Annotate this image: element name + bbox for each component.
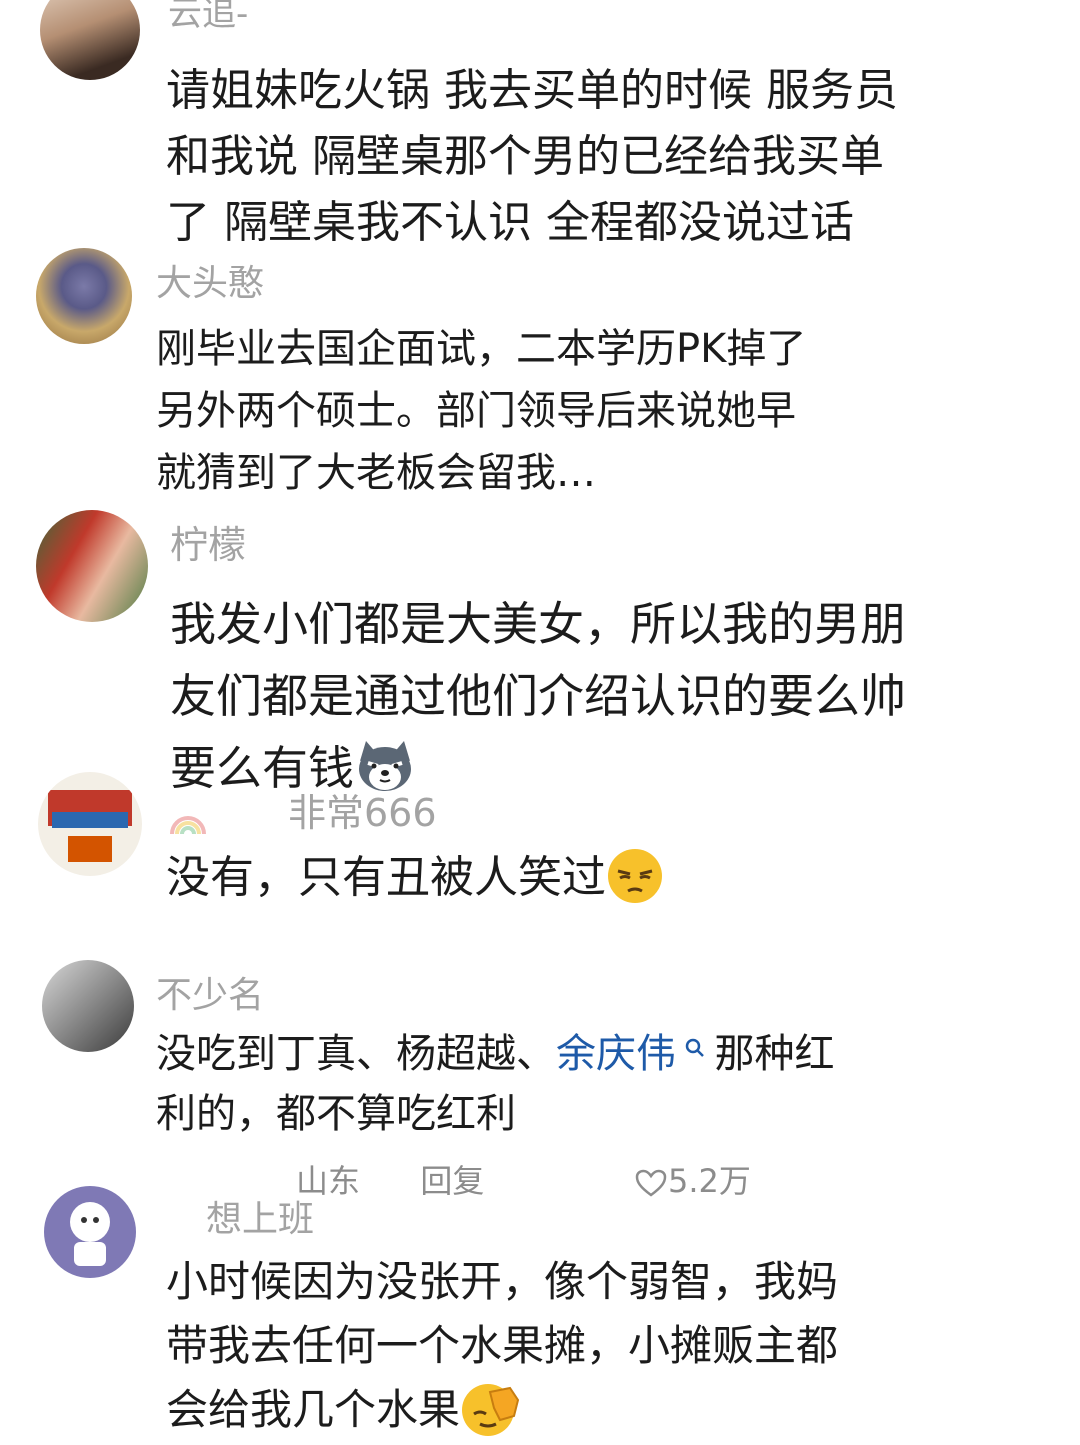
comment-line-text: 没有，只有丑被人笑过 [166, 852, 606, 903]
avatar[interactable] [42, 960, 134, 1052]
rainbow-badge-icon [168, 801, 208, 834]
heart-icon [634, 1168, 668, 1198]
like-button[interactable]: 5.2万 [634, 1156, 751, 1202]
username[interactable]: 大头憨 [156, 254, 264, 306]
username[interactable]: 柠檬 [170, 514, 246, 569]
username-text: 非常666 [288, 791, 437, 835]
facepalm-emoji-icon [460, 1380, 522, 1438]
reply-button[interactable]: 回复 [420, 1162, 484, 1200]
comment-line: 请姐妹吃火锅 我去买单的时候 服务员 [166, 65, 898, 116]
comment-line: 和我说 隔壁桌那个男的已经给我买单 [166, 131, 884, 182]
comment-line: 了 隔壁桌我不认识 全程都没说过话 [166, 197, 854, 248]
avatar[interactable] [36, 248, 132, 344]
comment-text: 没有，只有丑被人笑过 [166, 846, 664, 910]
unamused-emoji-icon [606, 847, 664, 905]
avatar[interactable] [38, 772, 142, 876]
comment-line: 就猜到了大老板会留我… [156, 450, 596, 496]
comment-line: 利的，都不算吃红利 [156, 1091, 516, 1137]
comment-text: 请姐妹吃火锅 我去买单的时候 服务员 和我说 隔壁桌那个男的已经给我买单 了 隔… [166, 58, 898, 256]
comment-line: 带我去任何一个水果摊，小摊贩主都 [166, 1321, 839, 1370]
comment-line-text: 那种红 [714, 1031, 835, 1077]
avatar[interactable] [44, 1186, 136, 1278]
comment-line-text: 会给我几个水果 [166, 1385, 461, 1434]
comment-line: 会给我几个水果 [166, 1378, 838, 1442]
username[interactable]: 云追- [168, 0, 248, 35]
comment-text: 刚毕业去国企面试，二本学历PK掉了 另外两个硕士。部门领导后来说她早 就猜到了大… [156, 318, 806, 504]
avatar[interactable] [36, 510, 148, 622]
comment-line-text: 没吃到丁真、杨超越、 [156, 1031, 556, 1077]
comment-text: 没吃到丁真、杨超越、余庆伟 那种红 利的，都不算吃红利 [156, 1024, 835, 1144]
comment-meta: 山东 回复 [296, 1156, 484, 1202]
topic-link[interactable]: 余庆伟 [556, 1031, 676, 1077]
comment-text: 我发小们都是大美女，所以我的男朋 友们都是通过他们介绍认识的要么帅 要么有钱 [170, 588, 906, 804]
comment-line: 另外两个硕士。部门领导后来说她早 [156, 388, 796, 434]
comment-line: 刚毕业去国企面试，二本学历PK掉了 [156, 326, 807, 372]
comment-line: 小时候因为没张开，像个弱智，我妈 [166, 1257, 839, 1306]
username[interactable]: 不少名 [156, 966, 264, 1018]
username[interactable]: 非常666 [168, 782, 437, 837]
comment-text: 小时候因为没张开，像个弱智，我妈 带我去任何一个水果摊，小摊贩主都 会给我几个水… [166, 1250, 838, 1442]
avatar[interactable] [40, 0, 140, 80]
search-icon[interactable] [676, 1038, 715, 1069]
comment-line: 没吃到丁真、杨超越、余庆伟 那种红 [156, 1024, 835, 1084]
comment-line: 我发小们都是大美女，所以我的男朋 [170, 597, 906, 651]
comment-line: 没有，只有丑被人笑过 [166, 846, 664, 910]
comment-line: 友们都是通过他们介绍认识的要么帅 [170, 669, 906, 723]
username[interactable]: 想上班 [206, 1190, 314, 1242]
like-count: 5.2万 [668, 1162, 751, 1200]
